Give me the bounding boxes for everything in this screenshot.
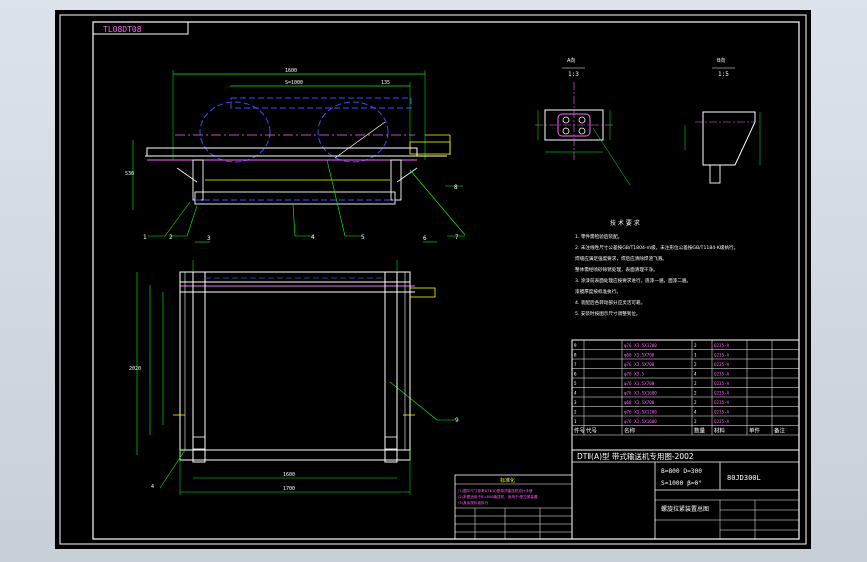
tech-req-line-8: 5. 安装时按图示尺寸调整到位。: [575, 310, 641, 317]
bom-table: 9 φ76 X3.5X1200 2 Q235-A 8 φ60 X3.5X700 1 Q235-…: [571, 339, 800, 451]
dim-1600-plan: 1600: [283, 472, 295, 478]
bom-cell: 5: [574, 381, 577, 386]
bom-cell: Q235-A: [714, 343, 730, 348]
tech-req-line-4: 整体需经喷砂除锈处理，表面清理干净。: [575, 266, 658, 273]
bom-cell: φ60 X3.5X700: [624, 400, 655, 405]
bom-cell: φ76 X3.5: [624, 372, 645, 377]
bom-cell: Q235-A: [714, 391, 730, 396]
note-block: 标准化 (1)图中尺寸参考DTⅡ(A)型带式输送机设计手册 (2)本图适用于B=…: [454, 474, 573, 540]
dim-530: 530: [125, 171, 134, 177]
tech-req-title: 技 术 要 求: [610, 219, 640, 227]
note-block-line-3: (3)其余按标准执行: [458, 500, 489, 505]
bom-cell: 2: [694, 400, 697, 405]
title-block: DTⅡ(A)型 带式输送机专用图-2002 B=800 D=300 S=1000…: [571, 449, 800, 540]
title-line-1: DTⅡ(A)型 带式输送机专用图-2002: [577, 451, 694, 461]
detail-b-scale: 1:5: [718, 71, 729, 78]
code-tag: TL08DT08: [103, 25, 142, 34]
callout-2: 2: [169, 234, 173, 241]
bom-cell: φ76 X3.5X700: [624, 362, 655, 367]
callout-7: 7: [455, 234, 459, 241]
drawing-canvas[interactable]: TL08DT08 1600 S=1000 135 530 1 2 4 5 7 8…: [55, 10, 811, 549]
tech-req-line-6: 漆膜厚度按标准执行。: [575, 288, 621, 295]
bom-cell: 3: [574, 400, 577, 405]
tech-req-line-7: 4. 装配后各转动部分应灵活可靠。: [575, 299, 645, 306]
callout-9: 9: [455, 417, 459, 424]
tech-requirements: 技 术 要 求 1. 零件需检验后装配。 2. 未注线性尺寸公差按GB/T180…: [575, 219, 738, 317]
note-block-title: 标准化: [500, 477, 515, 484]
spec-line-1: B=800 D=300: [661, 468, 702, 475]
tech-req-line-3: 焊缝应满足强度要求，焊后应清除焊渣飞溅。: [575, 255, 667, 262]
bom-cell: 7: [574, 362, 577, 367]
bom-cell: 2: [694, 343, 697, 348]
bom-cell: 9: [574, 343, 577, 348]
tech-req-line-5: 3. 涂漆前表面处理应按要求进行，底漆一遍，面漆二遍。: [575, 277, 691, 284]
bom-header-cell: 名称: [624, 427, 636, 435]
dim-s1000: S=1000: [285, 80, 303, 86]
bom-cell: 2: [574, 410, 577, 415]
detail-b: B向 1:5: [684, 57, 761, 184]
dim-leader-label: 4: [151, 484, 154, 490]
bom-cell: φ76 X3.5X1200: [624, 343, 657, 348]
tech-req-line-1: 1. 零件需检验后装配。: [575, 233, 622, 240]
plan-view: 2020 1600 1700 4: [129, 260, 436, 495]
inner-border: [92, 21, 800, 540]
dim-2020: 2020: [129, 366, 141, 372]
bom-cell: Q235-A: [714, 362, 730, 367]
elevation-view: 1600 S=1000 135 530: [125, 68, 466, 236]
drawing-number: 80JD300L: [727, 474, 761, 482]
bom-header-cell: 单件: [749, 427, 761, 435]
bom-cell: φ76 X3.5X1200: [624, 410, 657, 415]
bom-cell: Q235-A: [714, 419, 730, 424]
bom-header-cell: 数量: [694, 427, 706, 435]
drawing-name: 螺旋拉紧装置总图: [661, 505, 709, 513]
bom-cell: Q235-A: [714, 372, 730, 377]
bom-cell: 6: [574, 372, 577, 377]
bom-cell: 1: [694, 353, 697, 358]
callout-5: 5: [361, 234, 365, 241]
detail-a: A向 1:3: [535, 57, 631, 186]
detail-a-label: A向: [567, 57, 575, 64]
engineering-drawing: TL08DT08 1600 S=1000 135 530 1 2 4 5 7 8…: [59, 14, 807, 545]
bom-cell: Q235-A: [714, 410, 730, 415]
bom-cell: 2: [694, 381, 697, 386]
detail-a-scale: 1:3: [568, 71, 579, 78]
bom-cell: 2: [694, 419, 697, 424]
bom-cell: Q235-A: [714, 381, 730, 386]
spec-line-2: S=1000 β=0°: [661, 479, 702, 487]
bom-header-cell: 代号: [586, 427, 598, 435]
detail-b-label: B向: [717, 57, 725, 64]
bom-header-cell: 备注: [774, 427, 786, 435]
dim-135: 135: [381, 80, 390, 86]
bom-header-cell: 材料: [714, 427, 726, 435]
note-block-line-2: (2)本图适用于B=800输送机，适用于Ⅰ型拉紧装置: [458, 494, 538, 499]
bom-cell: 2: [694, 391, 697, 396]
callout-6: 6: [423, 235, 427, 242]
tech-req-line-2: 2. 未注线性尺寸公差按GB/T1804-m级，未注形位公差按GB/T1184-…: [575, 244, 738, 251]
bom-cell: 8: [574, 353, 577, 358]
callout-3: 3: [207, 235, 211, 242]
note-block-line-1: (1)图中尺寸参考DTⅡ(A)型带式输送机设计手册: [458, 488, 533, 493]
bom-cell: φ60 X3.5X700: [624, 353, 655, 358]
callout-4: 4: [311, 234, 315, 241]
bom-cell: 1: [574, 419, 577, 424]
bom-cell: Q235-A: [714, 353, 730, 358]
bom-cell: 4: [574, 391, 577, 396]
bom-cell: 2: [694, 362, 697, 367]
bom-cell: 4: [694, 410, 697, 415]
outer-border: [59, 14, 807, 545]
bom-cell: 4: [694, 372, 697, 377]
bom-cell: φ76 X3.5X1600: [624, 391, 657, 396]
dim-1700: 1700: [283, 486, 295, 492]
cad-window: TL08DT08 1600 S=1000 135 530 1 2 4 5 7 8…: [0, 0, 867, 562]
bom-cell: Q235-A: [714, 400, 730, 405]
bom-cell: φ76 X3.5X1600: [624, 419, 657, 424]
bom-cell: φ76 X3.5X700: [624, 381, 655, 386]
callout-1: 1: [143, 234, 147, 241]
dim-1600: 1600: [285, 68, 297, 74]
callout-8: 8: [454, 184, 458, 191]
